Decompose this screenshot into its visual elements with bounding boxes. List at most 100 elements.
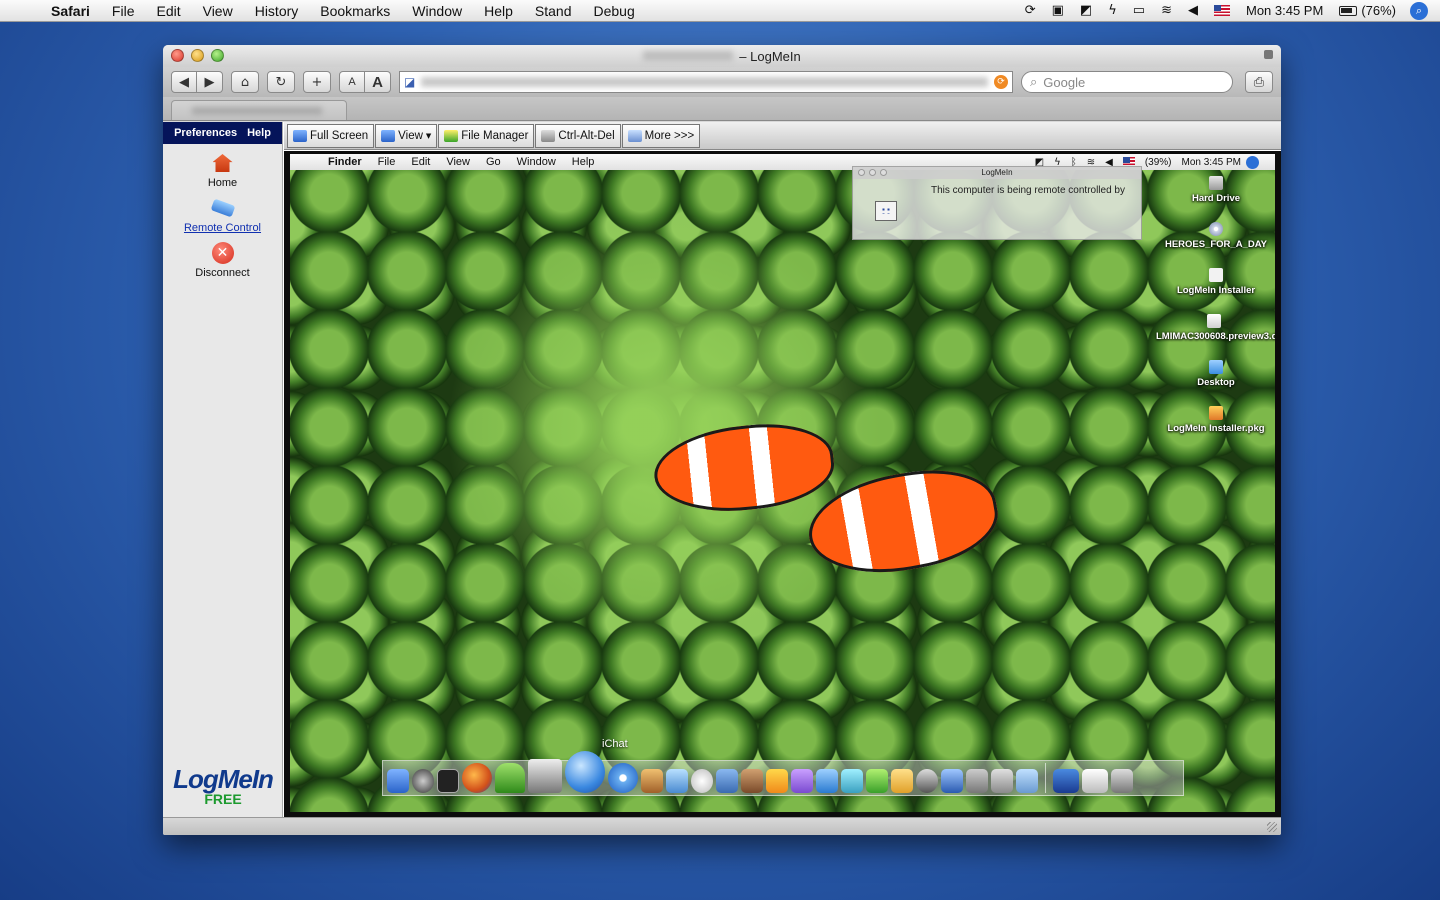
menu-app-safari[interactable]: Safari <box>40 3 101 19</box>
remote-battery[interactable]: (39%) <box>1140 157 1177 168</box>
notice-close-button[interactable] <box>858 169 865 176</box>
menu-debug[interactable]: Debug <box>582 3 645 19</box>
minimized-window-icon[interactable] <box>1053 769 1079 793</box>
desktop-icon-logmein-pkg[interactable]: LogMeIn Installer.pkg <box>1156 406 1275 434</box>
remote-menu-finder[interactable]: Finder <box>320 156 370 168</box>
sidebar-item-label[interactable]: Remote Control <box>184 222 261 234</box>
file-manager-icon <box>444 129 459 142</box>
remote-desktop[interactable]: Finder File Edit View Go Window Help ◩ ϟ… <box>290 154 1275 812</box>
view-button[interactable]: View ▼ <box>375 123 438 148</box>
app-icon[interactable] <box>841 769 863 793</box>
full-screen-button[interactable]: Full Screen <box>287 123 375 148</box>
menu-window[interactable]: Window <box>401 3 473 19</box>
zoom-button[interactable] <box>211 49 224 62</box>
menu-edit[interactable]: Edit <box>145 3 191 19</box>
notice-zoom-button[interactable] <box>880 169 887 176</box>
adium-icon[interactable] <box>495 763 525 793</box>
screen-icon[interactable]: ▭ <box>1125 3 1153 18</box>
ichat-icon[interactable] <box>565 751 605 793</box>
text-smaller-button[interactable]: A <box>339 71 365 93</box>
spotlight-icon[interactable]: ⌕ <box>1410 1 1428 20</box>
display-icon[interactable]: ▣ <box>1044 3 1072 18</box>
app-icon[interactable] <box>916 769 938 793</box>
remote-menu-go[interactable]: Go <box>478 156 509 168</box>
app-icon[interactable] <box>941 769 963 793</box>
bolt-icon[interactable]: ϟ <box>1100 3 1125 18</box>
itunes-icon[interactable] <box>666 769 688 793</box>
garageband-icon[interactable] <box>641 769 663 793</box>
sidebar-item-home[interactable]: Home <box>163 152 282 189</box>
remote-menu-edit[interactable]: Edit <box>403 156 438 168</box>
dvd-player-icon[interactable] <box>412 769 434 793</box>
menu-help[interactable]: Help <box>473 3 524 19</box>
remote-clock[interactable]: Mon 3:45 PM <box>1177 157 1246 168</box>
app-icon[interactable] <box>1016 769 1038 793</box>
menu-file[interactable]: File <box>101 3 146 19</box>
safari-icon[interactable] <box>608 763 638 793</box>
menu-stand[interactable]: Stand <box>524 3 583 19</box>
add-bookmark-button[interactable]: + <box>303 71 331 93</box>
trash-icon[interactable] <box>1111 769 1133 793</box>
app-icon[interactable] <box>741 769 763 793</box>
remote-menu-file[interactable]: File <box>370 156 404 168</box>
remote-spotlight-icon[interactable] <box>1246 155 1259 169</box>
preferences-link[interactable]: Preferences <box>174 127 237 139</box>
menu-view[interactable]: View <box>192 3 244 19</box>
address-bar[interactable]: ◪ ⟳ <box>399 71 1013 93</box>
menu-history[interactable]: History <box>244 3 310 19</box>
app-icon[interactable] <box>766 769 788 793</box>
bluetooth-icon[interactable] <box>716 769 738 793</box>
sidebar-item-remote-control[interactable]: Remote Control <box>163 197 282 234</box>
desktop-icon-logmein-installer[interactable]: LogMeIn Installer <box>1156 268 1275 296</box>
browser-tab[interactable] <box>171 100 347 120</box>
dock-separator <box>1045 763 1046 793</box>
ctrl-alt-del-icon <box>541 129 556 142</box>
search-field[interactable]: ⌕ Google <box>1021 71 1233 93</box>
file-manager-button[interactable]: File Manager <box>438 123 535 148</box>
close-button[interactable] <box>171 49 184 62</box>
desktop-icon-heroes[interactable]: HEROES_FOR_A_DAY <box>1156 222 1275 250</box>
idvd-icon[interactable] <box>691 769 713 793</box>
volume-icon[interactable]: ◀ <box>1180 3 1206 18</box>
reload-button[interactable]: ↻ <box>267 71 295 93</box>
remote-menu-window[interactable]: Window <box>509 156 564 168</box>
script-icon[interactable]: ◩ <box>1072 3 1100 18</box>
sync-icon[interactable]: ⟳ <box>1017 3 1044 18</box>
remote-menu-help[interactable]: Help <box>564 156 603 168</box>
terminal-icon[interactable] <box>437 769 459 793</box>
flag-icon[interactable] <box>1206 5 1238 16</box>
imovie-icon[interactable] <box>528 759 562 793</box>
desktop-icon-desktop[interactable]: Desktop <box>1156 360 1275 388</box>
app-icon[interactable] <box>966 769 988 793</box>
app-icon[interactable] <box>816 769 838 793</box>
notice-minimize-button[interactable] <box>869 169 876 176</box>
menu-bookmarks[interactable]: Bookmarks <box>309 3 401 19</box>
app-icon[interactable] <box>891 769 913 793</box>
battery-indicator[interactable]: (76%) <box>1331 3 1404 18</box>
wifi-icon[interactable]: ≋ <box>1153 3 1180 18</box>
firefox-icon[interactable] <box>462 763 492 793</box>
window-titlebar[interactable]: – LogMeIn <box>163 45 1281 67</box>
app-icon[interactable] <box>866 769 888 793</box>
forward-button[interactable]: ▶ <box>197 71 223 93</box>
home-button[interactable]: ⌂ <box>231 71 259 93</box>
app-icon[interactable] <box>791 769 813 793</box>
back-button[interactable]: ◀ <box>171 71 197 93</box>
remote-menu-view[interactable]: View <box>438 156 478 168</box>
desktop-icon-hard-drive[interactable]: Hard Drive <box>1156 176 1275 204</box>
app-icon[interactable] <box>991 769 1013 793</box>
rss-icon[interactable]: ⟳ <box>994 75 1008 89</box>
finder-icon[interactable] <box>387 769 409 793</box>
ctrl-alt-del-button[interactable]: Ctrl-Alt-Del <box>535 123 621 148</box>
sidebar-item-disconnect[interactable]: ✕ Disconnect <box>163 242 282 279</box>
resize-grip-icon[interactable] <box>1267 822 1277 832</box>
print-button[interactable]: ⎙ <box>1245 71 1273 93</box>
desktop-icon-dmg[interactable]: LMIMAC300608.preview3.dmg <box>1156 314 1275 342</box>
minimized-window-icon[interactable] <box>1082 769 1108 793</box>
back-forward-group: ◀ ▶ <box>171 71 223 93</box>
clock[interactable]: Mon 3:45 PM <box>1238 3 1331 18</box>
help-link[interactable]: Help <box>247 127 271 139</box>
more-button[interactable]: More >>> <box>621 123 701 148</box>
text-bigger-button[interactable]: A <box>365 71 391 93</box>
minimize-button[interactable] <box>191 49 204 62</box>
